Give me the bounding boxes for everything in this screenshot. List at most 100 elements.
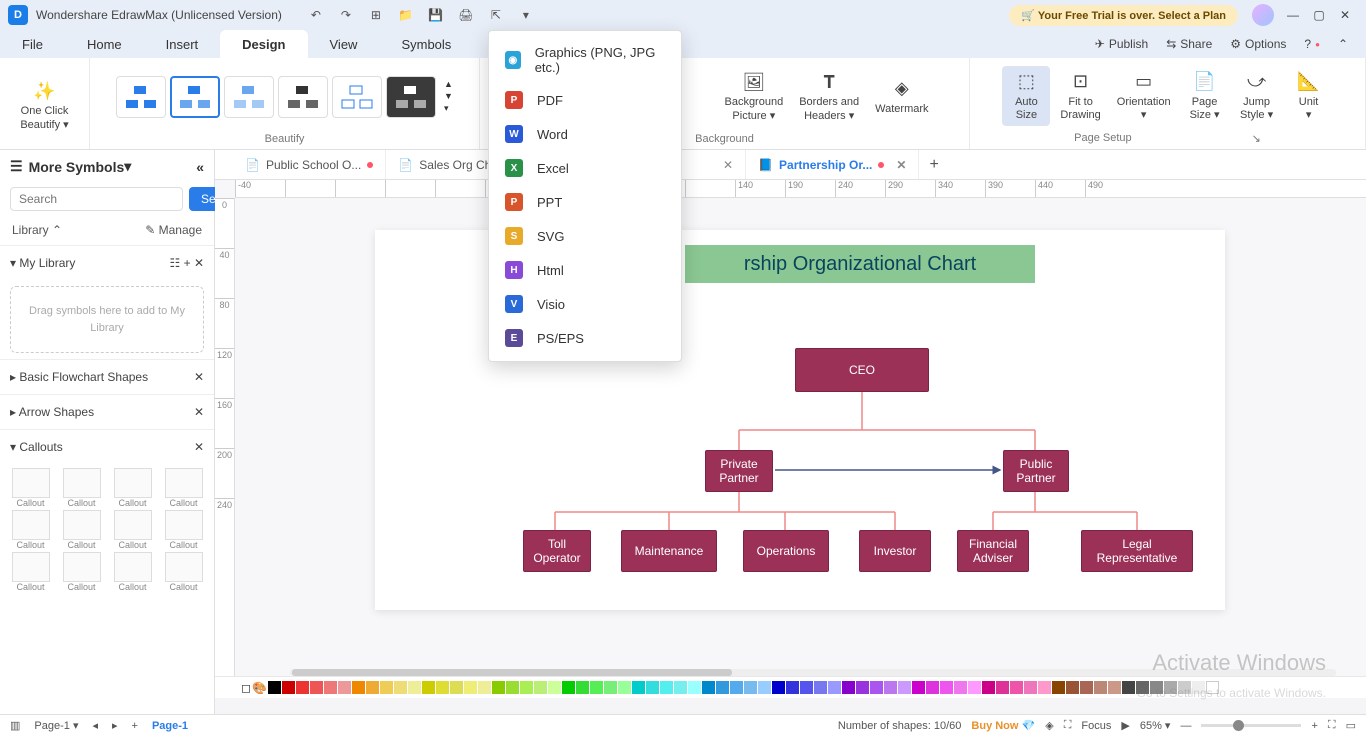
theme-3[interactable] [224,76,274,118]
color-swatch[interactable] [534,681,547,694]
fit-drawing-button[interactable]: ⊡Fit toDrawing [1054,66,1106,126]
callout-shape[interactable]: Callout [108,552,157,592]
open-icon[interactable]: 📁 [394,3,418,27]
color-swatch[interactable] [380,681,393,694]
color-swatch[interactable] [926,681,939,694]
auto-size-button[interactable]: ⬚AutoSize [1002,66,1050,126]
qat-dropdown-icon[interactable]: ▾ [514,3,538,27]
export-visio[interactable]: VVisio [489,287,681,321]
node-operations[interactable]: Operations [743,530,829,572]
color-swatch[interactable] [562,681,575,694]
menu-design[interactable]: Design [220,30,307,58]
export-ppt[interactable]: PPPT [489,185,681,219]
callout-shape[interactable]: Callout [159,510,208,550]
color-swatch[interactable] [506,681,519,694]
color-swatch[interactable] [436,681,449,694]
menu-symbols[interactable]: Symbols [379,30,473,58]
basic-shapes-toggle[interactable]: ▸ Basic Flowchart Shapes [10,370,148,384]
fit-page-icon[interactable]: ⛶ [1328,719,1336,732]
one-click-beautify-button[interactable]: ✨One ClickBeautify ▾ [14,75,74,135]
background-picture-button[interactable]: 🖼BackgroundPicture ▾ [718,66,789,126]
color-swatch[interactable] [842,681,855,694]
export-pdf[interactable]: PPDF [489,83,681,117]
layers-icon[interactable]: ◈ [1045,719,1053,732]
unit-button[interactable]: 📐Unit▾ [1285,66,1333,126]
zoom-level[interactable]: 65% ▾ [1140,719,1171,732]
color-swatch[interactable] [772,681,785,694]
node-private-partner[interactable]: Private Partner [705,450,773,492]
color-swatch[interactable] [604,681,617,694]
search-input[interactable] [10,187,183,211]
color-swatch[interactable] [660,681,673,694]
color-swatch[interactable] [1066,681,1079,694]
color-swatch[interactable] [338,681,351,694]
color-swatch[interactable] [1052,681,1065,694]
add-page-icon[interactable]: + [132,720,138,732]
theme-more-icon[interactable]: ▾ [444,103,453,114]
color-swatch[interactable] [1010,681,1023,694]
collapse-panel-icon[interactable]: « [196,159,204,175]
chart-title-box[interactable]: rship Organizational Chart [685,245,1035,283]
options-button[interactable]: ⚙ Options [1224,37,1292,51]
node-maintenance[interactable]: Maintenance [621,530,717,572]
node-financial-adviser[interactable]: Financial Adviser [957,530,1029,572]
export-word[interactable]: WWord [489,117,681,151]
mylib-drop-target[interactable]: Drag symbols here to add to My Library [10,286,204,353]
buy-now-link[interactable]: Buy Now 💎 [971,719,1035,732]
color-swatch[interactable] [1038,681,1051,694]
color-swatch[interactable] [1094,681,1107,694]
color-swatch[interactable] [968,681,981,694]
new-tab-button[interactable]: + [919,156,948,174]
color-swatch[interactable] [548,681,561,694]
new-icon[interactable]: ⊞ [364,3,388,27]
page-tab[interactable]: Page-1 [152,720,188,732]
zoom-out-icon[interactable]: — [1180,720,1191,732]
symbols-dropdown-icon[interactable]: ▾ [124,158,131,175]
callout-shape[interactable]: Callout [108,468,157,508]
color-swatch[interactable] [786,681,799,694]
color-swatch[interactable] [324,681,337,694]
color-swatch[interactable] [954,681,967,694]
arrow-shapes-toggle[interactable]: ▸ Arrow Shapes [10,405,94,419]
color-swatch[interactable] [450,681,463,694]
color-swatch[interactable] [674,681,687,694]
mylib-add-icon[interactable]: + [184,256,191,270]
node-toll-operator[interactable]: Toll Operator [523,530,591,572]
node-investor[interactable]: Investor [859,530,931,572]
node-legal-rep[interactable]: Legal Representative [1081,530,1193,572]
borders-headers-button[interactable]: 𝐓Borders andHeaders ▾ [793,66,865,126]
color-swatch[interactable] [520,681,533,694]
color-picker-icon[interactable]: 🎨 [252,681,267,695]
trial-banner[interactable]: 🛒 Your Free Trial is over. Select a Plan [1009,5,1238,26]
export-graphics[interactable]: ◉Graphics (PNG, JPG etc.) [489,37,681,83]
color-swatch[interactable] [982,681,995,694]
color-swatch[interactable] [1122,681,1135,694]
close-button[interactable]: ✕ [1332,2,1358,28]
basic-close-icon[interactable]: ✕ [194,370,204,384]
callout-shape[interactable]: Callout [159,468,208,508]
page-selector[interactable]: Page-1 ▾ [34,719,78,732]
menu-file[interactable]: File [0,30,65,58]
theme-4[interactable] [278,76,328,118]
color-swatch[interactable] [1108,681,1121,694]
orientation-button[interactable]: ▭Orientation▾ [1111,66,1177,126]
color-swatch[interactable] [688,681,701,694]
menu-view[interactable]: View [308,30,380,58]
export-excel[interactable]: XExcel [489,151,681,185]
color-swatch[interactable] [744,681,757,694]
color-swatch[interactable] [870,681,883,694]
export-icon[interactable]: ⇱ [484,3,508,27]
undo-icon[interactable]: ↶ [304,3,328,27]
color-swatch[interactable] [492,681,505,694]
save-icon[interactable]: 💾 [424,3,448,27]
callouts-close-icon[interactable]: ✕ [194,440,204,454]
color-swatch[interactable] [800,681,813,694]
manage-link[interactable]: ✎ Manage [145,223,202,237]
zoom-in-icon[interactable]: + [1311,720,1317,732]
color-swatch[interactable] [716,681,729,694]
export-ps-eps[interactable]: EPS/EPS [489,321,681,355]
zoom-slider[interactable] [1201,724,1301,727]
color-swatch[interactable] [478,681,491,694]
theme-2[interactable] [170,76,220,118]
color-swatch[interactable] [296,681,309,694]
